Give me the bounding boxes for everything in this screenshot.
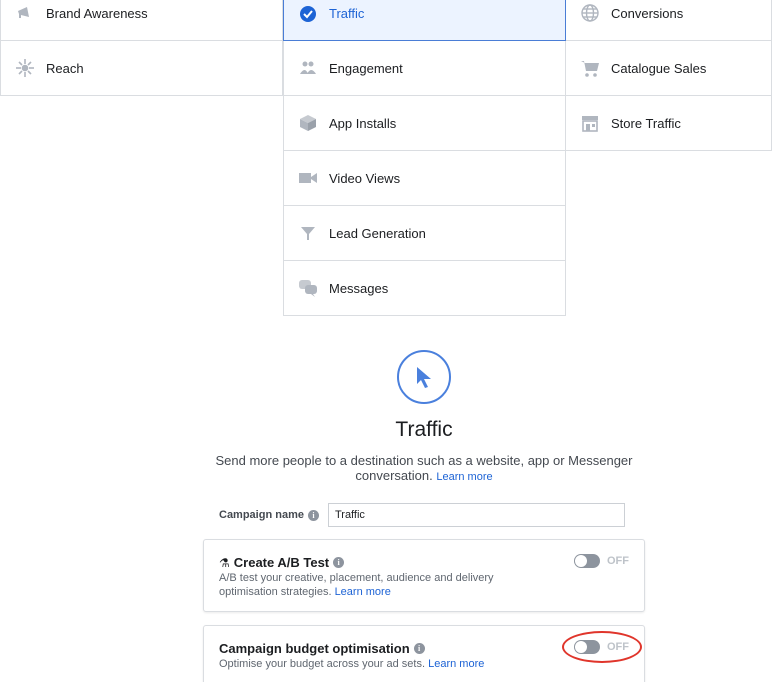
campaign-budget-optimisation-card: Campaign budget optimisation i Optimise …	[203, 625, 645, 682]
objective-label: Reach	[46, 60, 84, 76]
objective-brand-awareness[interactable]: Brand Awareness	[0, 0, 283, 41]
box-icon	[297, 112, 319, 134]
learn-more-link[interactable]: Learn more	[428, 658, 484, 670]
globe-icon	[579, 2, 601, 24]
toggle-knob	[575, 555, 587, 567]
objective-video-views[interactable]: Video Views	[283, 151, 566, 206]
funnel-icon	[297, 222, 319, 244]
objective-column-awareness: Brand Awareness Reach	[0, 0, 283, 96]
objective-traffic[interactable]: Traffic	[283, 0, 566, 41]
reach-icon	[14, 57, 36, 79]
objective-label: Engagement	[329, 60, 403, 76]
objective-engagement[interactable]: Engagement	[283, 41, 566, 96]
toggle-state-label: OFF	[607, 641, 629, 653]
store-icon	[579, 112, 601, 134]
cbo-title: Campaign budget optimisation	[219, 641, 410, 656]
objective-label: Messages	[329, 280, 389, 296]
objective-label: Conversions	[611, 5, 684, 21]
objective-messages[interactable]: Messages	[283, 261, 566, 316]
check-circle-icon	[297, 3, 319, 25]
description-text: Send more people to a destination such a…	[215, 453, 633, 483]
cbo-description-text: Optimise your budget across your ad sets…	[219, 658, 426, 670]
objective-label: App Installs	[329, 115, 397, 131]
campaign-name-row: Campaign name i	[219, 503, 625, 527]
objective-description: Send more people to a destination such a…	[205, 453, 643, 485]
objective-store-traffic[interactable]: Store Traffic	[566, 96, 772, 151]
objective-label: Store Traffic	[611, 115, 681, 131]
ab-test-toggle[interactable]: OFF	[574, 554, 629, 568]
ab-test-card: ⚗ Create A/B Test i A/B test your creati…	[203, 539, 645, 612]
objective-grid: Brand Awareness Reach Traffic Engagement	[0, 0, 772, 320]
learn-more-link[interactable]: Learn more	[436, 471, 492, 483]
ab-test-title-row: ⚗ Create A/B Test i	[219, 555, 345, 570]
flask-icon: ⚗	[219, 555, 230, 570]
objective-conversions[interactable]: Conversions	[566, 0, 772, 41]
toggle-switch[interactable]	[574, 554, 600, 568]
chat-bubbles-icon	[297, 277, 319, 299]
info-icon[interactable]: i	[333, 557, 345, 568]
megaphone-icon	[14, 2, 36, 24]
objective-lead-generation[interactable]: Lead Generation	[283, 206, 566, 261]
video-camera-icon	[297, 167, 319, 189]
info-icon[interactable]: i	[413, 643, 425, 654]
ab-test-title: Create A/B Test	[233, 555, 330, 570]
objective-label: Lead Generation	[329, 225, 426, 241]
toggle-state-label: OFF	[607, 555, 629, 567]
ab-test-description: A/B test your creative, placement, audie…	[219, 571, 549, 599]
objective-reach[interactable]: Reach	[0, 41, 283, 96]
toggle-knob	[575, 641, 587, 653]
objective-label: Traffic	[329, 6, 365, 21]
info-icon[interactable]: i	[307, 509, 319, 521]
cbo-description: Optimise your budget across your ad sets…	[219, 657, 549, 671]
cursor-icon	[397, 350, 451, 404]
objective-column-consideration: Traffic Engagement App Installs Video Vi…	[283, 0, 566, 316]
campaign-name-input[interactable]	[327, 503, 625, 527]
people-icon	[297, 57, 319, 79]
learn-more-link[interactable]: Learn more	[335, 586, 391, 598]
campaign-name-label: Campaign name	[219, 509, 304, 521]
objective-title: Traffic	[395, 418, 453, 441]
objective-app-installs[interactable]: App Installs	[283, 96, 566, 151]
objective-catalogue-sales[interactable]: Catalogue Sales	[566, 41, 772, 96]
objective-label: Brand Awareness	[46, 5, 148, 21]
cart-icon	[579, 57, 601, 79]
cbo-title-row: Campaign budget optimisation i	[219, 641, 425, 656]
toggle-switch[interactable]	[574, 640, 600, 654]
objective-label: Catalogue Sales	[611, 60, 707, 76]
objective-column-conversion: Conversions Catalogue Sales Store Traffi…	[566, 0, 772, 151]
objective-label: Video Views	[329, 170, 401, 186]
cbo-toggle[interactable]: OFF	[574, 640, 629, 654]
